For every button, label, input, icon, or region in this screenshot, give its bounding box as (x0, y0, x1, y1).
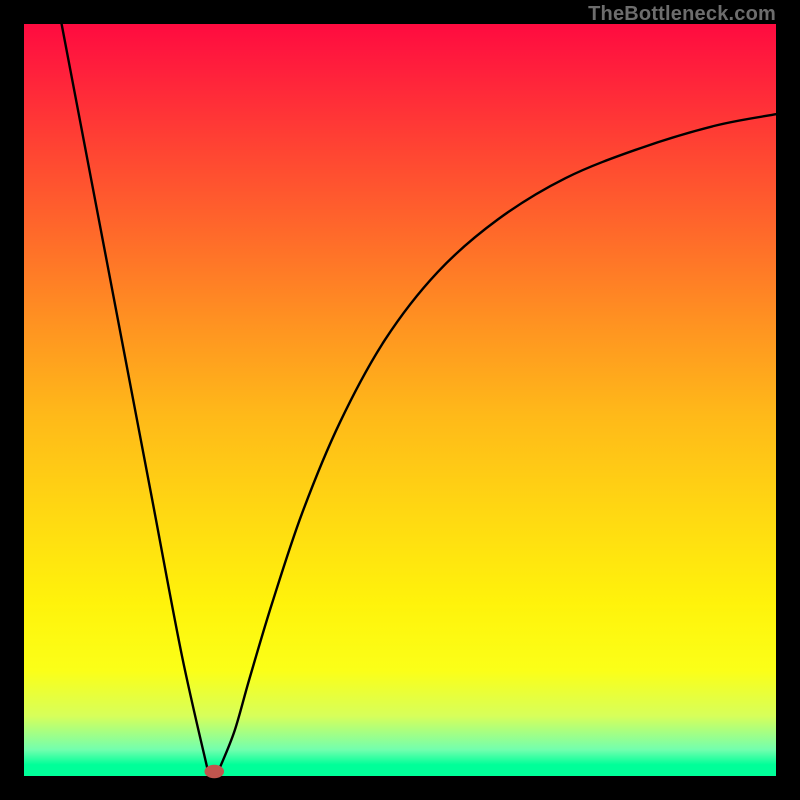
chart-area (24, 24, 776, 776)
curve-right (220, 114, 776, 768)
curve-left (62, 24, 209, 772)
watermark-text: TheBottleneck.com (588, 3, 776, 26)
minimum-marker (204, 765, 224, 779)
chart-svg (24, 24, 776, 776)
